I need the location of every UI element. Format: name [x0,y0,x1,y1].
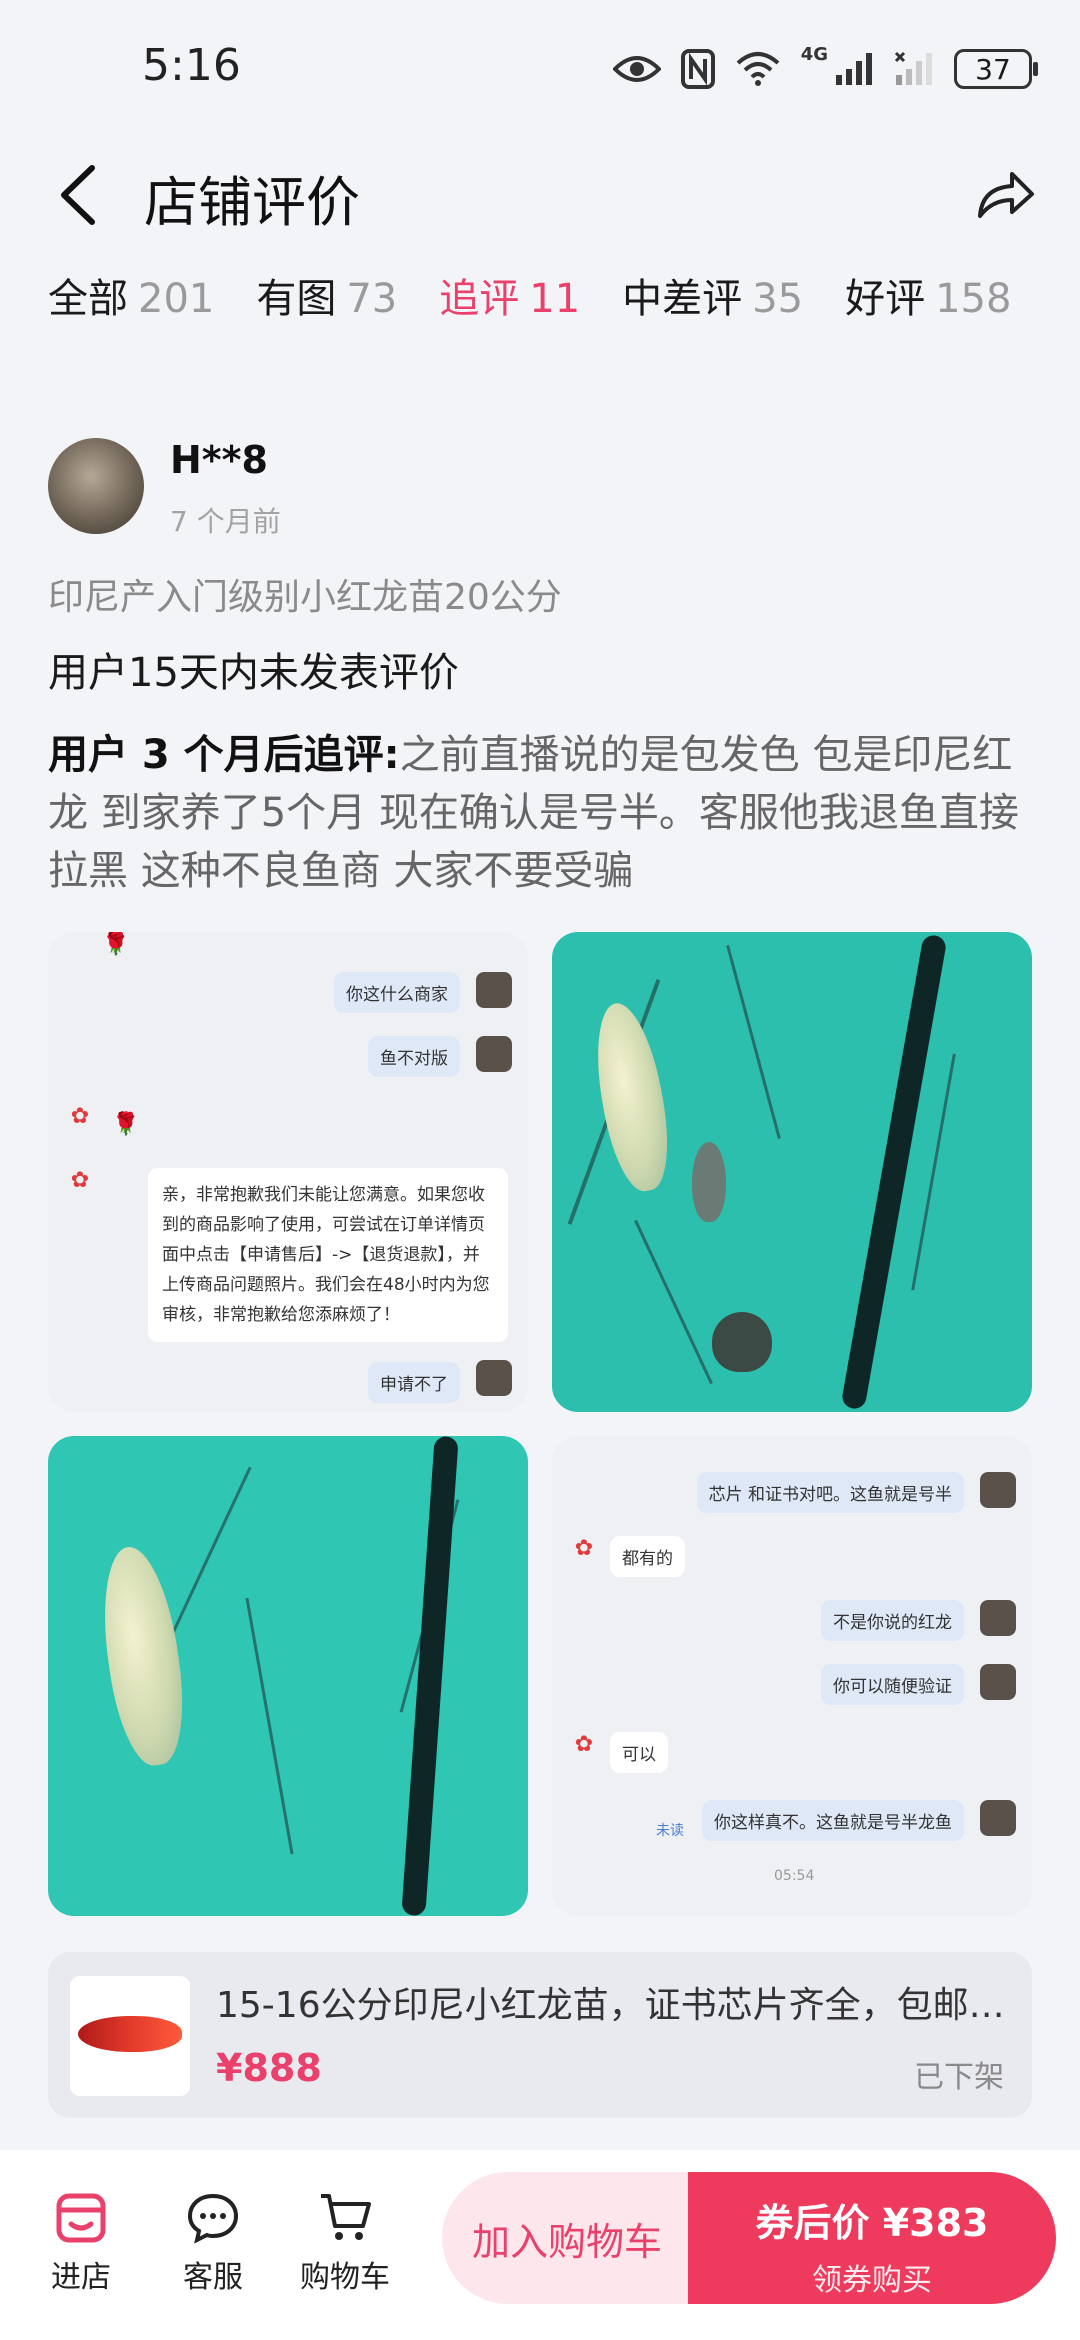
tab-follow-up[interactable]: 追评 11 [439,266,580,324]
tab-label: 全部 [48,276,128,322]
small-fish [692,1142,726,1222]
shop-logo-icon: ✿ [70,1104,90,1129]
chat-avatar [980,1800,1016,1836]
chat-message: 不是你说的红龙 [821,1600,964,1641]
product-status: 已下架 [914,2060,1004,2095]
signal-icon [836,53,872,85]
add-to-cart-label: 加入购物车 [471,2219,662,2264]
shop-logo-icon: ✿ [574,1536,594,1561]
tab-count: 201 [138,276,215,322]
chat-icon [187,2193,239,2244]
battery-icon: 37 [954,49,1038,89]
product-card[interactable]: 15-16公分印尼小红龙苗，证书芯片齐全，包邮… ¥888 已下架 [48,1952,1032,2118]
chat-avatar [476,1036,512,1072]
status-bar: 5:16 4G 37 [0,0,1080,140]
tab-count: 158 [935,276,1012,322]
reviewer-name: H**8 [170,438,268,482]
tab-positive[interactable]: 好评 158 [845,266,1011,324]
eye-icon [612,56,661,82]
chat-avatar [980,1600,1016,1636]
chat-message: 亲，非常抱歉我们未能让您满意。如果您收到的商品影响了使用，可尝试在订单详情页面中… [148,1168,508,1342]
signal-weak-icon [894,51,932,85]
store-button[interactable]: 进店 [26,2190,136,2296]
back-icon[interactable] [50,162,110,228]
chat-message: 你可以随便验证 [821,1664,964,1705]
tab-label: 中差评 [622,276,743,322]
status-time: 5:16 [142,40,241,91]
chat-avatar [476,972,512,1008]
cart-label: 购物车 [300,2260,390,2295]
review-image-fish-1[interactable] [552,932,1032,1412]
tab-with-images[interactable]: 有图 73 [256,266,397,324]
follow-up-label: 用户 3 个月后追评: [48,732,400,778]
chat-message: 可以 [610,1732,668,1773]
store-label: 进店 [51,2260,111,2295]
chat-message: 你这样真不。这鱼就是号半龙鱼 [702,1800,964,1841]
service-label: 客服 [183,2260,243,2295]
tab-count: 35 [752,276,804,322]
filter-tabs: 全部 201 有图 73 追评 11 中差评 35 好评 158 [48,266,1011,324]
tab-label: 追评 [439,276,520,322]
shop-logo-icon: 🌹 [102,932,130,957]
arowana-fish [585,998,679,1196]
chat-message: 都有的 [610,1536,685,1577]
wifi-icon [736,52,780,86]
coupon-buy-label: 领券购买 [812,2263,932,2298]
tab-label: 有图 [256,276,337,322]
coupon-buy-button[interactable]: 券后价 ¥383 领券购买 [688,2172,1056,2304]
header: 店铺评价 [0,140,1080,250]
tab-count: 73 [346,276,398,322]
cart-button[interactable]: 购物车 [290,2190,400,2296]
product-title: 15-16公分印尼小红龙苗，证书芯片齐全，包邮… [216,1985,1005,2026]
chat-avatar [476,1360,512,1396]
cart-icon [321,2194,371,2240]
chat-avatar [980,1664,1016,1700]
tab-count: 11 [529,276,581,322]
nfc-icon [680,49,715,89]
tab-label: 好评 [845,276,926,322]
review-image-chat-2[interactable]: 芯片 和证书对吧。这鱼就是号半 ✿ 都有的 不是你说的红龙 你可以随便验证 ✿ … [552,1436,1032,1916]
filter-device [712,1312,772,1372]
red-arowana-image [78,2016,182,2052]
chat-message: 芯片 和证书对吧。这鱼就是号半 [696,1472,964,1513]
review-time: 7 个月前 [170,505,281,538]
status-icons: 4G 37 [612,44,1038,94]
flower-icon: 🌹 [112,1112,140,1137]
battery-level: 37 [975,52,1011,86]
product-price: ¥888 [216,2046,322,2090]
chat-message: 申请不了 [368,1362,460,1403]
tank-crack [726,945,781,1139]
network-label: 4G [800,44,828,65]
bottom-action-bar: 进店 客服 购物车 加入购物车 券后价 ¥383 领券购买 [0,2150,1080,2340]
avatar[interactable] [48,438,144,534]
review-image-fish-2[interactable] [48,1436,528,1916]
purchased-spec: 印尼产入门级别小红龙苗20公分 [48,577,562,618]
store-icon [56,2193,106,2243]
follow-up-review: 用户 3 个月后追评:之前直播说的是包发色 包是印尼红龙 到家养了5个月 现在确… [48,726,1038,900]
tab-negative[interactable]: 中差评 35 [622,266,803,324]
service-button[interactable]: 客服 [158,2190,268,2296]
share-icon[interactable] [972,162,1038,228]
product-thumbnail [70,1976,190,2096]
chat-message: 鱼不对版 [368,1036,460,1077]
chat-timestamp: 05:54 [774,1868,815,1884]
review-image-chat-1[interactable]: 🌹 你这什么商家 鱼不对版 ✿ 🌹 ✿ 亲，非常抱歉我们未能让您满意。如果您收到… [48,932,528,1412]
arowana-fish [93,1542,193,1770]
chat-avatar [980,1472,1016,1508]
page-title: 店铺评价 [144,171,360,234]
coupon-price: 券后价 ¥383 [755,2201,989,2245]
tab-all[interactable]: 全部 201 [48,266,214,324]
shop-logo-icon: ✿ [70,1168,90,1193]
unread-label: 未读 [656,1823,684,1839]
initial-review-text: 用户15天内未发表评价 [48,650,459,696]
add-to-cart-button[interactable]: 加入购物车 [442,2172,692,2304]
tank-crack [634,1219,713,1385]
shop-logo-icon: ✿ [574,1732,594,1757]
chat-message: 你这什么商家 [334,972,460,1013]
tank-crack [245,1597,294,1855]
